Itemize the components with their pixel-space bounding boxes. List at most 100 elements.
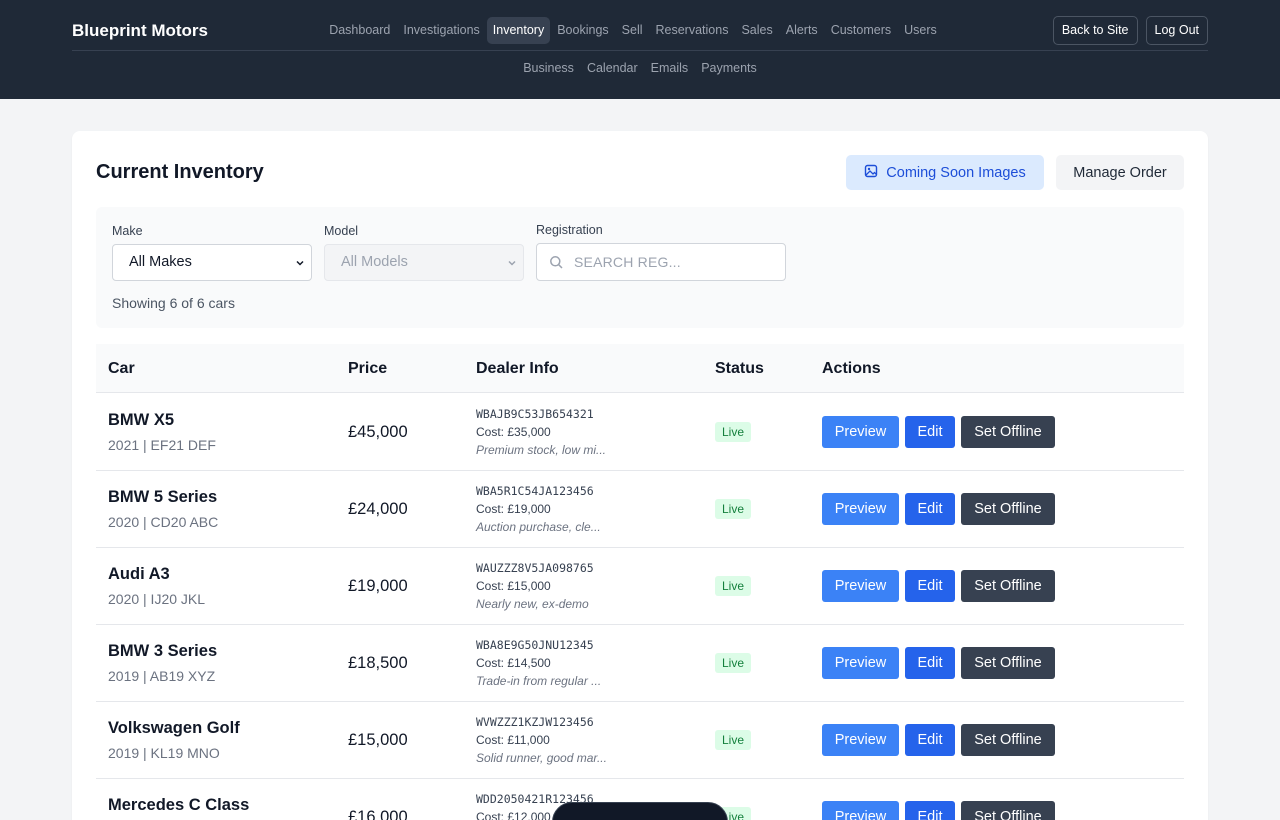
car-vin: WAUZZZ8V5JA098765 (476, 561, 594, 575)
edit-button[interactable]: Edit (905, 801, 955, 820)
registration-placeholder: SEARCH REG... (574, 254, 681, 270)
preview-button[interactable]: Preview (822, 724, 899, 756)
car-vin: WBA8E9G50JNU12345 (476, 638, 594, 652)
car-cost: Cost: £12,000 (476, 810, 551, 820)
car-name: Volkswagen Golf (108, 719, 240, 737)
nav-alerts[interactable]: Alerts (780, 17, 824, 44)
nav-customers[interactable]: Customers (825, 17, 897, 44)
image-icon (864, 164, 878, 182)
preview-button[interactable]: Preview (822, 416, 899, 448)
make-select-value: All Makes (129, 254, 192, 270)
car-price: £19,000 (348, 577, 408, 595)
nav-sell[interactable]: Sell (616, 17, 649, 44)
car-note: Premium stock, low mi... (476, 443, 607, 457)
column-dealer-info: Dealer Info (476, 360, 559, 377)
nav-payments[interactable]: Payments (695, 55, 763, 82)
column-price: Price (348, 360, 388, 377)
table-row: Audi A3 2020 | IJ20 JKL £19,000 WAUZZZ8V… (96, 548, 1184, 625)
car-year-reg: 2020 | IJ20 JKL (108, 591, 206, 607)
status-badge: Live (715, 422, 752, 442)
table-row: BMW 5 Series 2020 | CD20 ABC £24,000 WBA… (96, 471, 1184, 548)
edit-button[interactable]: Edit (905, 416, 955, 448)
table-row: BMW 3 Series 2019 | AB19 XYZ £18,500 WBA… (96, 625, 1184, 702)
set-offline-button[interactable]: Set Offline (961, 724, 1055, 756)
preview-button[interactable]: Preview (822, 570, 899, 602)
manage-order-button[interactable]: Manage Order (1056, 155, 1184, 190)
car-name: Mercedes C Class (108, 796, 250, 814)
table-header: Car Price Dealer Info Status Actions (96, 344, 1184, 393)
car-name: BMW 3 Series (108, 642, 218, 660)
car-year-reg: 2019 | AB19 XYZ (108, 668, 216, 684)
nav-sales[interactable]: Sales (735, 17, 778, 44)
car-name: Audi A3 (108, 565, 170, 583)
floating-toolbar[interactable] (552, 802, 728, 820)
top-navigation: Blueprint Motors Dashboard Investigation… (0, 0, 1280, 99)
car-note: Trade-in from regular ... (476, 674, 602, 688)
model-label: Model (324, 224, 359, 238)
page-title: Current Inventory (96, 161, 264, 183)
car-cost: Cost: £35,000 (476, 425, 551, 439)
registration-search-input[interactable]: SEARCH REG... (536, 243, 786, 281)
nav-emails[interactable]: Emails (645, 55, 695, 82)
car-cost: Cost: £11,000 (476, 733, 550, 747)
set-offline-button[interactable]: Set Offline (961, 416, 1055, 448)
nav-users[interactable]: Users (898, 17, 943, 44)
edit-button[interactable]: Edit (905, 493, 955, 525)
status-badge: Live (715, 576, 752, 596)
make-select[interactable]: All Makes (112, 244, 312, 281)
car-price: £24,000 (348, 500, 408, 518)
car-vin: WBA5R1C54JA123456 (476, 484, 594, 498)
nav-investigations[interactable]: Investigations (397, 17, 485, 44)
edit-button[interactable]: Edit (905, 724, 955, 756)
car-year-reg: 2021 | EF21 DEF (108, 437, 216, 453)
set-offline-button[interactable]: Set Offline (961, 493, 1055, 525)
log-out-button[interactable]: Log Out (1145, 16, 1208, 45)
table-row: Volkswagen Golf 2019 | KL19 MNO £15,000 … (96, 702, 1184, 779)
car-cost: Cost: £19,000 (476, 502, 551, 516)
car-price: £18,500 (348, 654, 408, 672)
model-select[interactable]: All Models (324, 244, 524, 281)
set-offline-button[interactable]: Set Offline (961, 647, 1055, 679)
edit-button[interactable]: Edit (905, 570, 955, 602)
nav-business[interactable]: Business (517, 55, 580, 82)
nav-inventory[interactable]: Inventory (486, 17, 551, 44)
car-cost: Cost: £15,000 (476, 579, 551, 593)
filters-panel: Make All Makes Model All Models Registra… (96, 207, 1184, 328)
car-note: Solid runner, good mar... (476, 751, 607, 765)
car-price: £45,000 (348, 423, 408, 441)
make-label: Make (112, 224, 143, 238)
column-actions: Actions (822, 360, 881, 377)
column-status: Status (715, 360, 764, 377)
car-cost: Cost: £14,500 (476, 656, 551, 670)
coming-soon-label: Coming Soon Images (886, 164, 1026, 181)
status-badge: Live (715, 499, 752, 519)
nav-bookings[interactable]: Bookings (551, 17, 614, 44)
nav-reservations[interactable]: Reservations (650, 17, 735, 44)
nav-dashboard[interactable]: Dashboard (323, 17, 396, 44)
chevron-down-icon (296, 260, 304, 266)
search-icon (550, 256, 563, 269)
car-year-reg: 2020 | CD20 ABC (108, 514, 219, 530)
model-select-value: All Models (341, 254, 408, 270)
header-actions: Back to Site Log Out (1052, 16, 1208, 45)
set-offline-button[interactable]: Set Offline (961, 801, 1055, 820)
car-name: BMW X5 (108, 411, 174, 429)
preview-button[interactable]: Preview (822, 801, 899, 820)
status-badge: Live (715, 730, 752, 750)
preview-button[interactable]: Preview (822, 493, 899, 525)
back-to-site-button[interactable]: Back to Site (1052, 16, 1138, 45)
car-note: Auction purchase, cle... (476, 520, 601, 534)
inventory-card: Current Inventory Coming Soon Images Man… (72, 131, 1208, 820)
car-vin: WBAJB9C53JB654321 (476, 407, 594, 421)
column-car: Car (108, 360, 135, 377)
coming-soon-images-button[interactable]: Coming Soon Images (846, 155, 1044, 190)
set-offline-button[interactable]: Set Offline (961, 570, 1055, 602)
registration-label: Registration (536, 223, 603, 237)
edit-button[interactable]: Edit (905, 647, 955, 679)
car-year-reg: 2019 | KL19 MNO (108, 745, 220, 761)
nav-calendar[interactable]: Calendar (581, 55, 644, 82)
chevron-down-icon (508, 260, 516, 266)
car-price: £15,000 (348, 731, 408, 749)
secondary-nav: Business Calendar Emails Payments (0, 55, 1280, 82)
preview-button[interactable]: Preview (822, 647, 899, 679)
